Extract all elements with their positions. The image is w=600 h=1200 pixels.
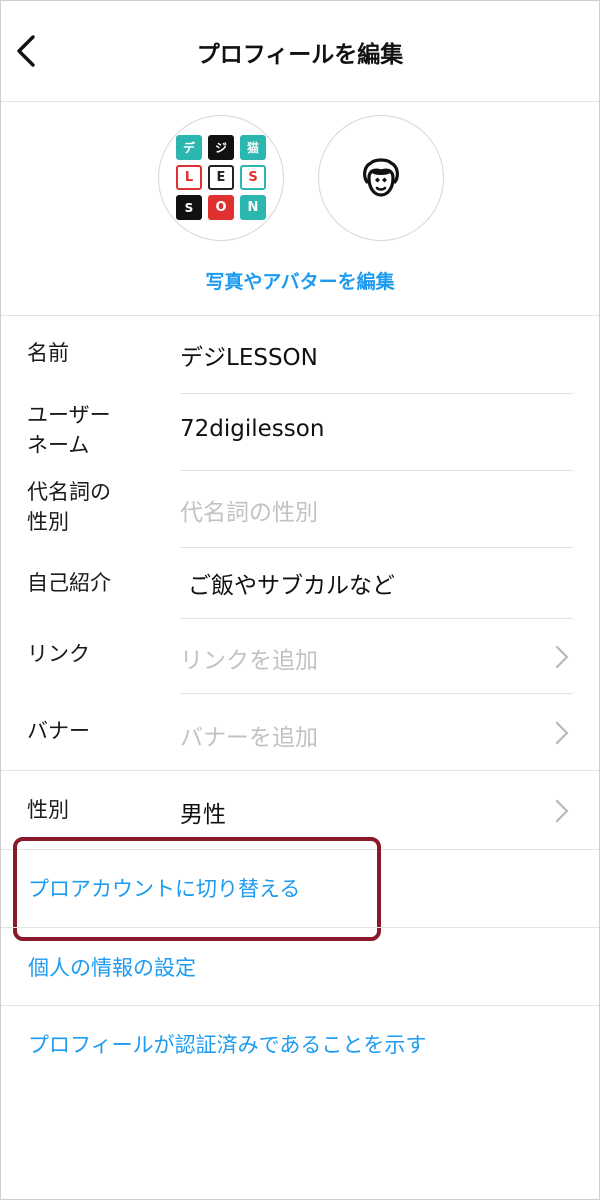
logo-tile: S bbox=[240, 165, 266, 190]
username-label-line1: ユーザー bbox=[27, 403, 111, 427]
chevron-right-icon bbox=[555, 799, 569, 823]
edit-photo-avatar-link[interactable]: 写真やアバターを編集 bbox=[1, 267, 599, 294]
name-label: 名前 bbox=[27, 341, 69, 365]
avatar-section: デ ジ 猫 L E S S O N 写真やアバターを編集 bbox=[1, 101, 599, 316]
avatar-button[interactable] bbox=[318, 115, 444, 241]
brand-logo: デ ジ 猫 L E S S O N bbox=[176, 135, 266, 225]
chevron-right-icon bbox=[555, 645, 569, 669]
logo-tile: S bbox=[176, 195, 202, 220]
pronouns-label-line2: 性別 bbox=[27, 510, 69, 535]
pronouns-row: 代名詞の 性別 代名詞の性別 bbox=[1, 471, 599, 547]
section-divider bbox=[1, 927, 599, 928]
username-field[interactable]: 72digilesson bbox=[180, 416, 573, 442]
bio-row: 自己紹介 ご飯やサブカルなど bbox=[1, 548, 599, 624]
banner-label: バナー bbox=[27, 719, 90, 743]
logo-tile: O bbox=[208, 195, 234, 220]
bio-field[interactable]: ご飯やサブカルなど bbox=[188, 566, 573, 600]
section-divider bbox=[1, 1005, 599, 1006]
name-field[interactable]: デジLESSON bbox=[180, 338, 573, 372]
username-label-line2: ネーム bbox=[27, 433, 90, 458]
link-label: リンク bbox=[27, 642, 90, 666]
username-label: ユーザー ネーム bbox=[27, 400, 111, 461]
logo-tile: 猫 bbox=[240, 135, 266, 160]
gender-label: 性別 bbox=[27, 798, 69, 822]
page-title: プロフィールを編集 bbox=[196, 42, 404, 68]
logo-tile: E bbox=[208, 165, 234, 190]
highlight-annotation bbox=[13, 837, 381, 941]
show-verified-link[interactable]: プロフィールが認証済みであることを示す bbox=[28, 1029, 426, 1059]
banner-field[interactable]: バナーを追加 bbox=[180, 718, 539, 752]
link-field[interactable]: リンクを追加 bbox=[180, 641, 539, 675]
pronouns-label-line1: 代名詞の bbox=[27, 480, 111, 504]
gender-field[interactable]: 男性 bbox=[180, 795, 539, 829]
personal-info-settings-link[interactable]: 個人の情報の設定 bbox=[28, 952, 196, 982]
banner-row[interactable]: バナー バナーを追加 bbox=[1, 694, 599, 770]
pronouns-label: 代名詞の 性別 bbox=[27, 477, 111, 538]
logo-tile: デ bbox=[176, 135, 202, 160]
pronouns-field[interactable]: 代名詞の性別 bbox=[180, 493, 573, 527]
profile-photo[interactable]: デ ジ 猫 L E S S O N bbox=[158, 115, 284, 241]
avatar-face-icon bbox=[363, 158, 399, 197]
logo-tile: ジ bbox=[208, 135, 234, 160]
username-row: ユーザー ネーム 72digilesson bbox=[1, 394, 599, 471]
chevron-right-icon bbox=[555, 721, 569, 745]
logo-tile: L bbox=[176, 165, 202, 190]
link-row[interactable]: リンク リンクを追加 bbox=[1, 619, 599, 694]
logo-tile: N bbox=[240, 195, 266, 220]
header-bar: プロフィールを編集 bbox=[1, 1, 599, 102]
edit-profile-screen: プロフィールを編集 デ ジ 猫 L E S S O N 写真やアバターを編集 名… bbox=[0, 0, 600, 1200]
bio-label: 自己紹介 bbox=[27, 571, 111, 595]
name-row: 名前 デジLESSON bbox=[1, 316, 599, 394]
